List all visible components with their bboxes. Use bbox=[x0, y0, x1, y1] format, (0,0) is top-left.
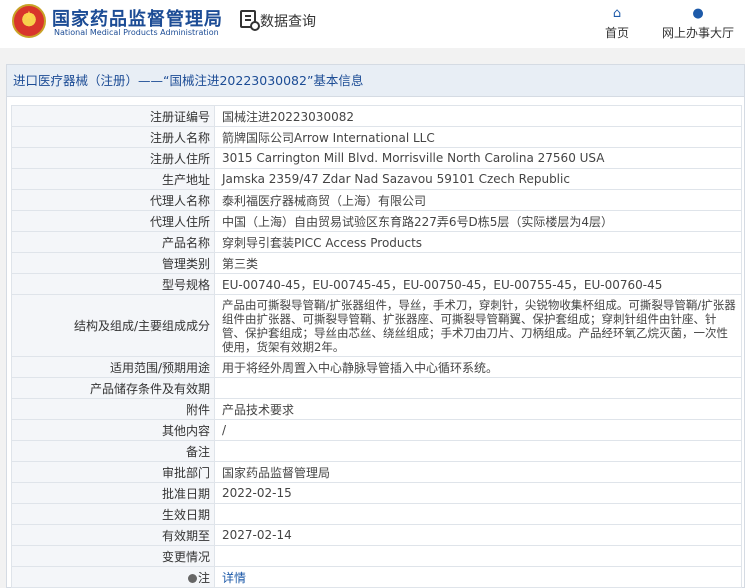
table-row: 代理人住所 中国（上海）自由贸易试验区东育路227弄6号D栋5层（实际楼层为4层… bbox=[11, 210, 742, 232]
row-label: 有效期至 bbox=[11, 524, 215, 546]
row-value: Jamska 2359/47 Zdar Nad Sazavou 59101 Cz… bbox=[214, 168, 742, 190]
row-value bbox=[214, 503, 742, 525]
row-label: 代理人住所 bbox=[11, 210, 215, 232]
row-value: 箭牌国际公司Arrow International LLC bbox=[214, 126, 742, 148]
row-label: 备注 bbox=[11, 440, 215, 462]
row-value: 泰利福医疗器械商贸（上海）有限公司 bbox=[214, 189, 742, 211]
table-row: 备注 bbox=[11, 440, 742, 462]
row-label: 结构及组成/主要组成成分 bbox=[11, 294, 215, 357]
nav-online-service-hall-label: 网上办事大厅 bbox=[661, 26, 734, 40]
table-row: 生产地址 Jamska 2359/47 Zdar Nad Sazavou 591… bbox=[11, 168, 742, 190]
national-emblem-logo: ★ bbox=[12, 4, 46, 38]
row-label: 产品储存条件及有效期 bbox=[11, 377, 215, 399]
row-label: 产品名称 bbox=[11, 231, 215, 253]
row-label: 变更情况 bbox=[11, 545, 215, 567]
detail-link[interactable]: 详情 bbox=[222, 571, 246, 585]
table-row: 附件 产品技术要求 bbox=[11, 398, 742, 420]
row-value: 用于将经外周置入中心静脉导管插入中心循环系统。 bbox=[214, 356, 742, 378]
row-value: / bbox=[214, 419, 742, 441]
table-row: 审批部门 国家药品监督管理局 bbox=[11, 461, 742, 483]
row-value bbox=[214, 545, 742, 567]
row-label: 适用范围/预期用途 bbox=[11, 356, 215, 378]
row-value bbox=[214, 440, 742, 462]
home-icon: ⌂ bbox=[612, 6, 622, 21]
row-value: 产品技术要求 bbox=[214, 398, 742, 420]
table-row: 其他内容 / bbox=[11, 419, 742, 441]
detail-table: 注册证编号 国械注进20223030082 注册人名称 箭牌国际公司Arrow … bbox=[11, 105, 742, 588]
table-row: 注 详情 bbox=[11, 566, 742, 588]
note-pin-icon bbox=[187, 573, 197, 583]
table-row: 结构及组成/主要组成成分 产品由可撕裂导管鞘/扩张器组件，导丝，手术刀，穿刺针，… bbox=[11, 294, 742, 357]
row-label: 附件 bbox=[11, 398, 215, 420]
site-header: ★ 国家药品监督管理局 National Medical Products Ad… bbox=[0, 0, 745, 48]
row-value: 2022-02-15 bbox=[214, 482, 742, 504]
row-label: 管理类别 bbox=[11, 252, 215, 274]
note-value-cell: 详情 bbox=[214, 566, 742, 588]
table-row: 注册人住所 3015 Carrington Mill Blvd. Morrisv… bbox=[11, 147, 742, 169]
row-label: 其他内容 bbox=[11, 419, 215, 441]
nav-online-service-hall[interactable]: ● 网上办事大厅 bbox=[656, 6, 740, 41]
table-row: 变更情况 bbox=[11, 545, 742, 567]
row-value: 国械注进20223030082 bbox=[214, 105, 742, 127]
row-label: 生产地址 bbox=[11, 168, 215, 190]
row-value: 中国（上海）自由贸易试验区东育路227弄6号D栋5层（实际楼层为4层） bbox=[214, 210, 742, 232]
note-label-cell: 注 bbox=[11, 566, 215, 588]
row-value bbox=[214, 377, 742, 399]
row-value: EU-00740-45，EU-00745-45，EU-00750-45，EU-0… bbox=[214, 273, 742, 295]
table-row: 产品储存条件及有效期 bbox=[11, 377, 742, 399]
data-query-icon[interactable] bbox=[240, 10, 260, 31]
table-row: 注册证编号 国械注进20223030082 bbox=[11, 105, 742, 127]
nav-home-label: 首页 bbox=[604, 26, 629, 40]
row-label: 代理人名称 bbox=[11, 189, 215, 211]
row-label: 生效日期 bbox=[11, 503, 215, 525]
row-label: 注册人名称 bbox=[11, 126, 215, 148]
table-row: 注册人名称 箭牌国际公司Arrow International LLC bbox=[11, 126, 742, 148]
table-row: 生效日期 bbox=[11, 503, 742, 525]
row-value: 产品由可撕裂导管鞘/扩张器组件，导丝，手术刀，穿刺针，尖锐物收集杯组成。可撕裂导… bbox=[214, 294, 742, 357]
table-row: 批准日期 2022-02-15 bbox=[11, 482, 742, 504]
table-row: 有效期至 2027-02-14 bbox=[11, 524, 742, 546]
row-label: 注册人住所 bbox=[11, 147, 215, 169]
site-subtitle: National Medical Products Administration bbox=[54, 28, 219, 37]
row-label: 审批部门 bbox=[11, 461, 215, 483]
row-value: 3015 Carrington Mill Blvd. Morrisville N… bbox=[214, 147, 742, 169]
content-area: 进口医疗器械（注册）——“国械注进20223030082”基本信息 注册证编号 … bbox=[0, 48, 745, 588]
table-row: 适用范围/预期用途 用于将经外周置入中心静脉导管插入中心循环系统。 bbox=[11, 356, 742, 378]
note-label: 注 bbox=[197, 570, 210, 585]
panel-title: 进口医疗器械（注册）——“国械注进20223030082”基本信息 bbox=[7, 65, 744, 97]
row-value: 2027-02-14 bbox=[214, 524, 742, 546]
nav-home[interactable]: ⌂ 首页 bbox=[582, 6, 652, 41]
row-value: 穿刺导引套装PICC Access Products bbox=[214, 231, 742, 253]
detail-panel: 进口医疗器械（注册）——“国械注进20223030082”基本信息 注册证编号 … bbox=[6, 64, 745, 588]
data-query-label[interactable]: 数据查询 bbox=[260, 11, 316, 31]
row-label: 注册证编号 bbox=[11, 105, 215, 127]
table-row: 代理人名称 泰利福医疗器械商贸（上海）有限公司 bbox=[11, 189, 742, 211]
table-row: 管理类别 第三类 bbox=[11, 252, 742, 274]
row-label: 批准日期 bbox=[11, 482, 215, 504]
row-value: 第三类 bbox=[214, 252, 742, 274]
user-icon: ● bbox=[692, 6, 704, 21]
row-value: 国家药品监督管理局 bbox=[214, 461, 742, 483]
row-label: 型号规格 bbox=[11, 273, 215, 295]
table-row: 产品名称 穿刺导引套装PICC Access Products bbox=[11, 231, 742, 253]
table-row: 型号规格 EU-00740-45，EU-00745-45，EU-00750-45… bbox=[11, 273, 742, 295]
